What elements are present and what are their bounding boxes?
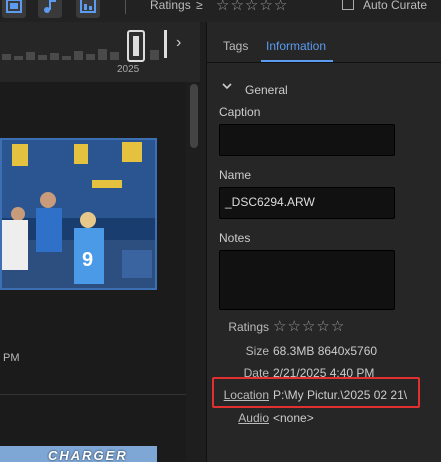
section-title-general[interactable]: General: [245, 83, 288, 97]
photo-timestamp: PM: [3, 352, 20, 364]
timeline-bar: [14, 56, 23, 60]
ratings-stars[interactable]: ☆☆☆☆☆: [273, 317, 345, 335]
photo-thumbnail-selected[interactable]: 9: [0, 138, 157, 290]
star-icon[interactable]: ☆: [273, 318, 286, 335]
location-value: P:\My Pictur.\2025 02 21\: [273, 388, 408, 402]
star-icon[interactable]: ☆: [331, 318, 344, 335]
timeline-bar: [50, 53, 59, 60]
basketball-photo: 9: [2, 140, 155, 288]
toolbar-separator: [125, 0, 126, 14]
ratings-operator[interactable]: ≥: [196, 0, 203, 12]
panel-tabs: Tags Information: [207, 22, 441, 63]
tab-information[interactable]: Information: [266, 39, 326, 53]
tab-tags[interactable]: Tags: [223, 39, 248, 53]
film-icon: [6, 0, 22, 13]
timeline-strip[interactable]: 2025 ›: [0, 22, 200, 82]
audio-link[interactable]: Audio: [211, 411, 269, 425]
star-icon[interactable]: ☆: [302, 318, 315, 335]
music-icon: [44, 0, 56, 13]
name-label: Name: [219, 168, 252, 182]
timeline-bar: [38, 55, 47, 60]
ratings-filter-stars[interactable]: ☆☆☆☆☆: [216, 0, 288, 14]
chart-icon: [80, 0, 96, 13]
film-view-button[interactable]: [2, 0, 26, 18]
photo-banner-text: CHARGER: [48, 448, 128, 462]
timeline-bar: [150, 50, 159, 60]
star-icon[interactable]: ☆: [259, 0, 272, 14]
star-icon[interactable]: ☆: [316, 318, 329, 335]
ratings-filter-label: Ratings: [150, 0, 191, 12]
timeline-bar: [86, 54, 95, 60]
size-value: 68.3MB 8640x5760: [273, 344, 378, 358]
active-tab-indicator: [261, 60, 333, 62]
timeline-scrubber-handle[interactable]: [127, 30, 145, 62]
chart-view-button[interactable]: [76, 0, 100, 18]
timeline-bar: [26, 52, 35, 60]
notes-label: Notes: [219, 231, 251, 245]
timeline-year-label: 2025: [117, 64, 140, 75]
scrubber-grip: [133, 36, 139, 56]
location-link[interactable]: Location: [211, 388, 269, 402]
timeline-end-marker: [164, 30, 167, 58]
name-field[interactable]: _DSC6294.ARW: [219, 187, 395, 219]
notes-field[interactable]: [219, 250, 395, 310]
caption-label: Caption: [219, 105, 261, 119]
photo-thumbnail[interactable]: CHARGER: [0, 446, 157, 462]
grid-divider: [0, 394, 186, 395]
chevron-down-icon[interactable]: [221, 80, 233, 92]
size-label: Size: [245, 344, 269, 358]
timeline-bar: [62, 56, 71, 60]
chevron-right-icon[interactable]: ›: [176, 34, 181, 52]
information-panel: Tags Information General Caption Name _D…: [206, 22, 441, 462]
star-icon[interactable]: ☆: [230, 0, 243, 14]
audio-value: <none>: [273, 411, 314, 425]
ratings-label: Ratings: [228, 320, 269, 334]
timeline-bar: [74, 51, 83, 60]
auto-curate-checkbox[interactable]: [342, 0, 354, 10]
star-icon[interactable]: ☆: [274, 0, 287, 14]
top-toolbar: Ratings ≥ ☆☆☆☆☆ Auto Curate: [0, 0, 441, 22]
timeline-bar: [2, 54, 11, 60]
photo-grid: 9 PM CHARGER: [0, 82, 186, 462]
timeline-bar: [110, 52, 119, 60]
star-icon[interactable]: ☆: [287, 318, 300, 335]
music-view-button[interactable]: [38, 0, 62, 18]
star-icon[interactable]: ☆: [216, 0, 229, 14]
auto-curate-label[interactable]: Auto Curate: [363, 0, 427, 12]
caption-field[interactable]: [219, 124, 395, 156]
timeline-bar: [98, 49, 107, 60]
grid-scrollbar[interactable]: [186, 82, 206, 462]
scrollbar-thumb[interactable]: [190, 84, 198, 148]
star-icon[interactable]: ☆: [245, 0, 258, 14]
svg-text:9: 9: [82, 249, 93, 271]
